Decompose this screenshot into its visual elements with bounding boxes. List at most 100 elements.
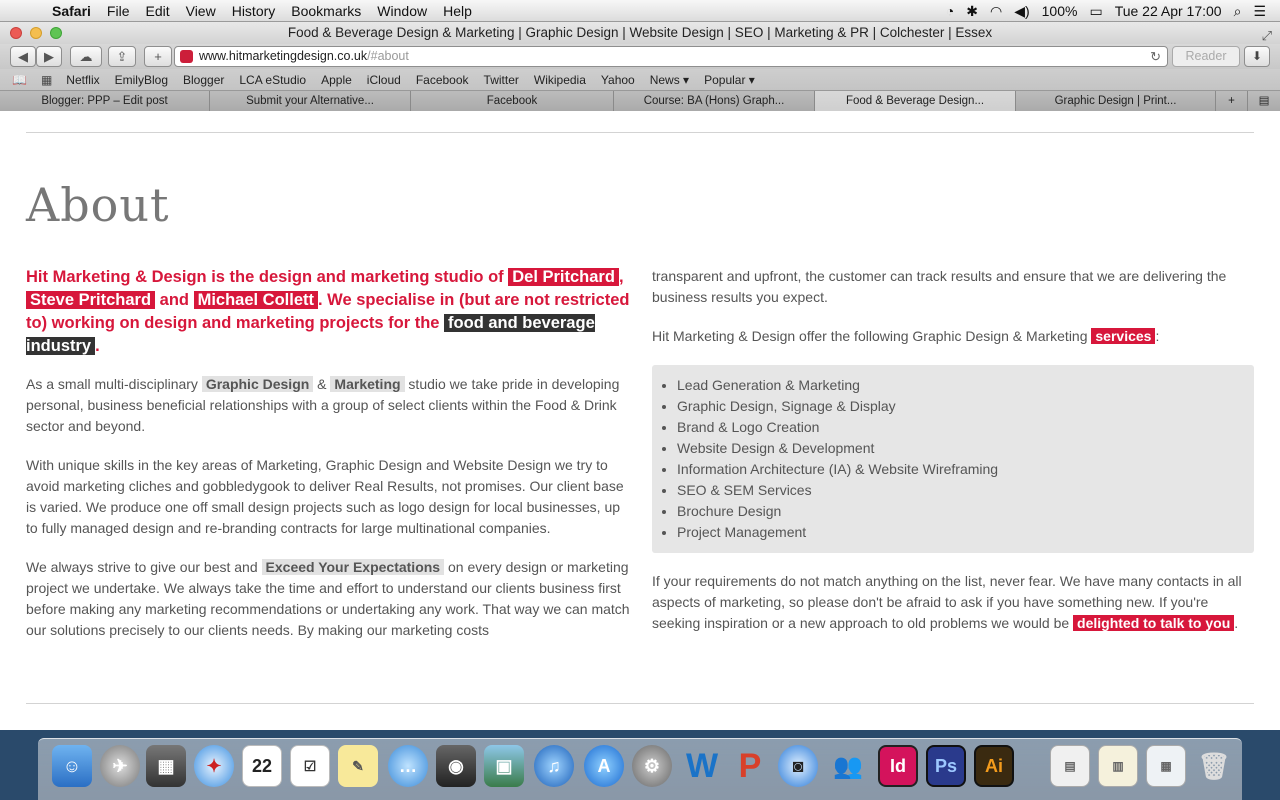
menu-safari[interactable]: Safari: [52, 3, 91, 19]
tab-overview-icon[interactable]: ▤: [1248, 91, 1280, 111]
photoshop-icon[interactable]: Ps: [926, 745, 966, 787]
battery-icon[interactable]: ▭: [1089, 3, 1102, 20]
safari-icon[interactable]: ✦: [194, 745, 234, 787]
share-button[interactable]: ⇪: [108, 46, 136, 67]
trash-icon[interactable]: 🗑: [1194, 745, 1234, 787]
back-button[interactable]: ◀: [10, 46, 36, 67]
services-list: Lead Generation & Marketing Graphic Desi…: [677, 375, 1254, 543]
menu-bookmarks[interactable]: Bookmarks: [291, 3, 361, 19]
tab-submit-alternative[interactable]: Submit your Alternative...: [210, 91, 411, 111]
iphoto-icon[interactable]: ▣: [484, 745, 524, 787]
icloud-tabs-button[interactable]: ☁: [70, 46, 102, 67]
messenger-icon[interactable]: 👥: [828, 745, 868, 787]
mission-control-icon[interactable]: ▦: [146, 745, 186, 787]
messages-icon[interactable]: …: [388, 745, 428, 787]
bookmark-apple[interactable]: Apple: [321, 73, 352, 87]
link-delighted-to-talk[interactable]: delighted to talk to you: [1073, 615, 1235, 631]
tab-blogger[interactable]: Blogger: PPP – Edit post: [0, 91, 210, 111]
launchpad-icon[interactable]: ✈: [100, 745, 140, 787]
address-bar[interactable]: www.hitmarketingdesign.co.uk/#about ↻: [174, 46, 1168, 67]
reading-list-icon[interactable]: 📖: [12, 73, 27, 87]
bookmark-twitter[interactable]: Twitter: [484, 73, 519, 87]
menu-edit[interactable]: Edit: [145, 3, 169, 19]
site-favicon-icon: [180, 50, 193, 63]
list-item: SEO & SEM Services: [677, 480, 1254, 501]
forward-button[interactable]: ▶: [36, 46, 62, 67]
reload-icon[interactable]: ↻: [1150, 47, 1161, 66]
wifi-icon[interactable]: ◠: [990, 3, 1002, 20]
tag-marketing[interactable]: Marketing: [330, 376, 405, 392]
paragraph-transparent: transparent and upfront, the customer ca…: [652, 268, 1227, 305]
volume-icon[interactable]: ◀): [1014, 3, 1029, 20]
bookmark-facebook[interactable]: Facebook: [416, 73, 469, 87]
minimize-window-button[interactable]: [30, 27, 42, 39]
illustrator-icon[interactable]: Ai: [974, 745, 1014, 787]
system-preferences-icon[interactable]: ⚙: [632, 745, 672, 787]
bookmark-icloud[interactable]: iCloud: [367, 73, 401, 87]
tab-facebook[interactable]: Facebook: [411, 91, 614, 111]
window-title: Food & Beverage Design & Marketing | Gra…: [287, 25, 993, 40]
link-michael-collett[interactable]: Michael Collett: [193, 291, 319, 309]
bookmark-netflix[interactable]: Netflix: [66, 73, 99, 87]
link-services[interactable]: services: [1091, 328, 1156, 344]
link-del-pritchard[interactable]: Del Pritchard: [508, 268, 619, 286]
bookmark-popular-folder[interactable]: Popular ▾: [704, 73, 755, 87]
menu-window[interactable]: Window: [377, 3, 427, 19]
reader-button[interactable]: Reader: [1172, 46, 1240, 67]
bookmark-news-folder[interactable]: News ▾: [650, 73, 689, 87]
p6-end: .: [1234, 615, 1239, 631]
tag-graphic-design[interactable]: Graphic Design: [201, 376, 314, 392]
bookmark-emilyblog[interactable]: EmilyBlog: [115, 73, 168, 87]
powerpoint-icon[interactable]: P: [730, 745, 770, 787]
tag-exceed-expectations[interactable]: Exceed Your Expectations: [261, 559, 445, 575]
bookmark-yahoo[interactable]: Yahoo: [601, 73, 635, 87]
paragraph-skills: With unique skills in the key areas of M…: [26, 457, 624, 536]
p5-colon: :: [1155, 328, 1160, 344]
notes-icon[interactable]: ✎: [338, 745, 378, 787]
finder-icon[interactable]: ☺: [52, 745, 92, 787]
menu-bar: Safari File Edit View History Bookmarks …: [0, 0, 1280, 22]
downloads-icon[interactable]: ⬇: [1244, 46, 1270, 67]
url-hash: /#about: [367, 49, 409, 63]
tab-course[interactable]: Course: BA (Hons) Graph...: [614, 91, 815, 111]
reminders-icon[interactable]: ☑: [290, 745, 330, 787]
close-window-button[interactable]: [10, 27, 22, 39]
tab-bar: Blogger: PPP – Edit post Submit your Alt…: [0, 91, 1280, 111]
menu-help[interactable]: Help: [443, 3, 472, 19]
new-tab-button[interactable]: +: [144, 46, 172, 67]
p1-text: As a small multi-disciplinary: [26, 376, 202, 392]
p3-text: We always strive to give our best and: [26, 559, 262, 575]
menu-file[interactable]: File: [107, 3, 130, 19]
menu-history[interactable]: History: [232, 3, 276, 19]
bookmark-wikipedia[interactable]: Wikipedia: [534, 73, 586, 87]
calendar-icon[interactable]: 22: [242, 745, 282, 787]
list-item: Information Architecture (IA) & Website …: [677, 459, 1254, 480]
paragraph-strive: We always strive to give our best and Ex…: [26, 557, 630, 641]
bookmark-blogger[interactable]: Blogger: [183, 73, 224, 87]
facetime-icon[interactable]: ◉: [436, 745, 476, 787]
top-sites-icon[interactable]: ▦: [41, 73, 52, 87]
link-steve-pritchard[interactable]: Steve Pritchard: [26, 291, 156, 309]
time-machine-icon[interactable]: ◔: [946, 3, 954, 19]
document-stack-icon[interactable]: ▥: [1098, 745, 1138, 787]
notification-center-icon[interactable]: ☰: [1253, 3, 1266, 20]
bookmark-lca-estudio[interactable]: LCA eStudio: [239, 73, 306, 87]
word-icon[interactable]: W: [682, 745, 722, 787]
zoom-window-button[interactable]: [50, 27, 62, 39]
bluetooth-icon[interactable]: ✱: [966, 3, 978, 20]
app-store-icon[interactable]: A: [584, 745, 624, 787]
downloads-stack-icon[interactable]: ▦: [1146, 745, 1186, 787]
indesign-icon[interactable]: Id: [878, 745, 918, 787]
spotlight-icon[interactable]: ⌕: [1234, 3, 1242, 20]
menu-view[interactable]: View: [186, 3, 216, 19]
tab-food-beverage[interactable]: Food & Beverage Design...: [815, 91, 1016, 111]
screen-capture-icon[interactable]: ◙: [778, 745, 818, 787]
add-tab-icon[interactable]: +: [1216, 91, 1248, 111]
psd-document-icon[interactable]: ▤: [1050, 745, 1090, 787]
tab-graphic-design[interactable]: Graphic Design | Print...: [1016, 91, 1216, 111]
clock[interactable]: Tue 22 Apr 17:00: [1115, 3, 1222, 19]
list-item: Graphic Design, Signage & Display: [677, 396, 1254, 417]
itunes-icon[interactable]: ♫: [534, 745, 574, 787]
battery-percent[interactable]: 100%: [1042, 3, 1078, 19]
toolbar: ◀ ▶ ☁ ⇪ + www.hitmarketingdesign.co.uk/#…: [0, 44, 1280, 69]
